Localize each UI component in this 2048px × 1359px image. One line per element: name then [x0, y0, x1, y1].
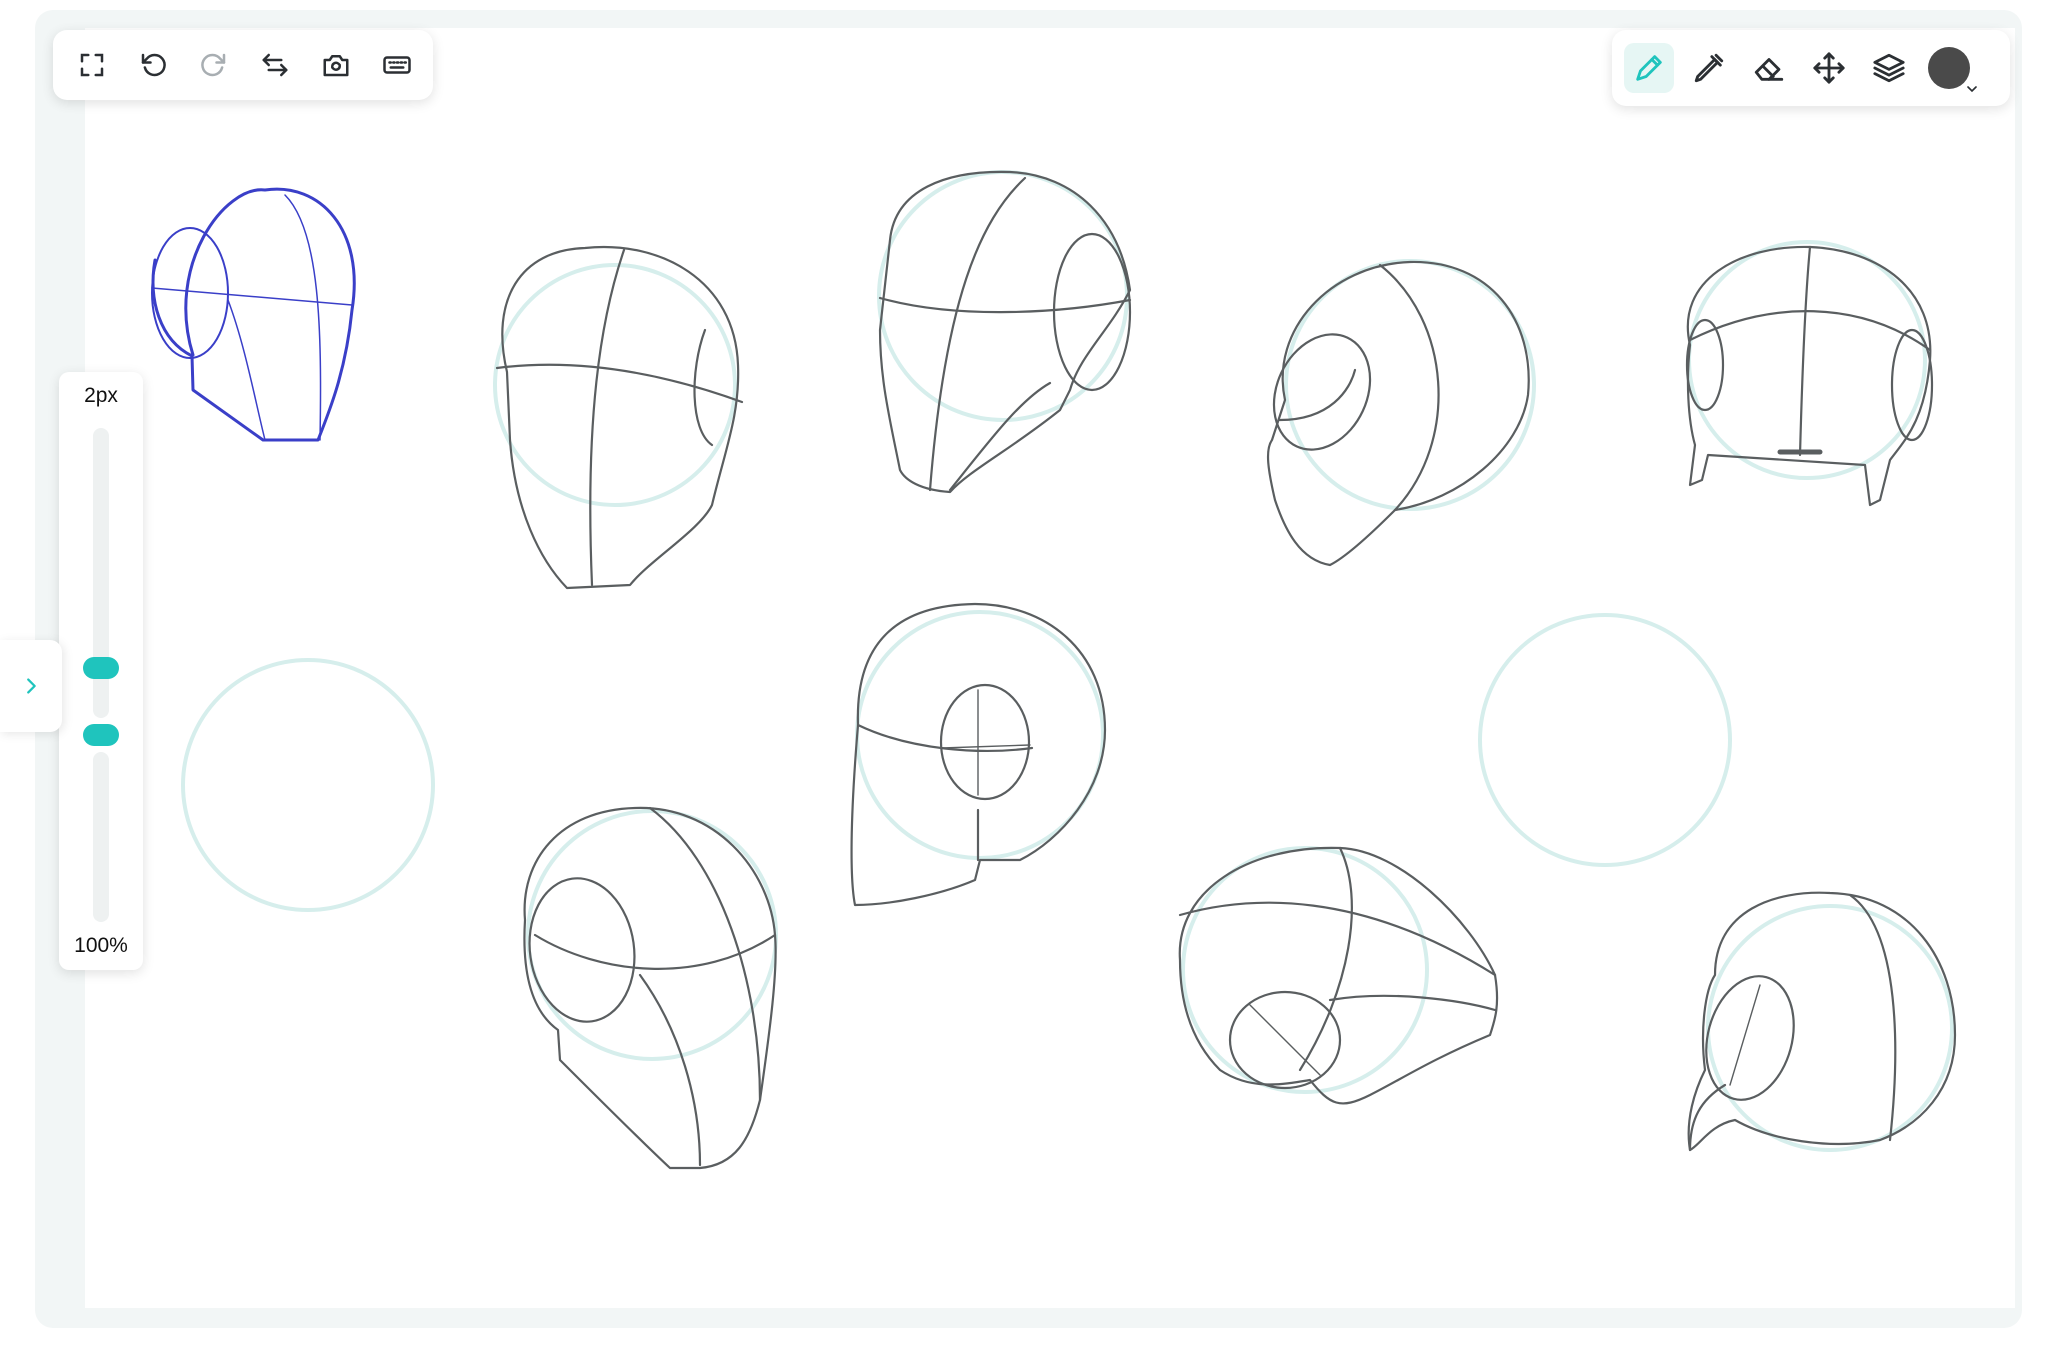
- pencil-tool-button[interactable]: [1624, 43, 1674, 93]
- camera-swap-icon: [323, 55, 349, 77]
- fullscreen-button[interactable]: [73, 46, 111, 84]
- swap-icon: [262, 53, 288, 77]
- move-tool-button[interactable]: [1804, 43, 1854, 93]
- pencil-icon: [1636, 55, 1662, 81]
- highlight-head-sketch: [151, 187, 356, 442]
- toolbar-left: [53, 30, 433, 100]
- marker-icon: [1694, 53, 1724, 83]
- brush-settings-panel: 2px 100%: [59, 372, 143, 970]
- swap-button[interactable]: [256, 46, 294, 84]
- marker-tool-button[interactable]: [1684, 43, 1734, 93]
- guide-circles: [181, 170, 1954, 1152]
- undo-icon: [141, 53, 166, 77]
- eraser-icon: [1754, 58, 1784, 81]
- redo-button[interactable]: [195, 46, 233, 84]
- layers-icon: [1873, 53, 1905, 83]
- redo-icon: [201, 53, 226, 77]
- opacity-slider-track[interactable]: [93, 752, 109, 922]
- brush-size-slider-handle[interactable]: [83, 657, 119, 679]
- chevron-right-icon: [27, 678, 36, 694]
- opacity-label: 100%: [74, 934, 128, 957]
- fullscreen-icon: [80, 53, 104, 77]
- layers-button[interactable]: [1864, 43, 1914, 93]
- brush-size-label: 2px: [84, 384, 118, 407]
- eraser-tool-button[interactable]: [1744, 43, 1794, 93]
- expand-panel-button[interactable]: [0, 640, 62, 732]
- camera-swap-button[interactable]: [317, 46, 355, 84]
- undo-button[interactable]: [134, 46, 172, 84]
- move-icon: [1813, 52, 1845, 84]
- keyboard-icon: [383, 56, 411, 74]
- chevron-down-icon: [1967, 86, 1977, 93]
- toolbar-right: [1612, 30, 2010, 106]
- color-picker-button[interactable]: [1924, 43, 1977, 93]
- opacity-slider-handle[interactable]: [83, 724, 119, 746]
- sketch-layer: [151, 170, 1957, 1170]
- keyboard-button[interactable]: [378, 46, 416, 84]
